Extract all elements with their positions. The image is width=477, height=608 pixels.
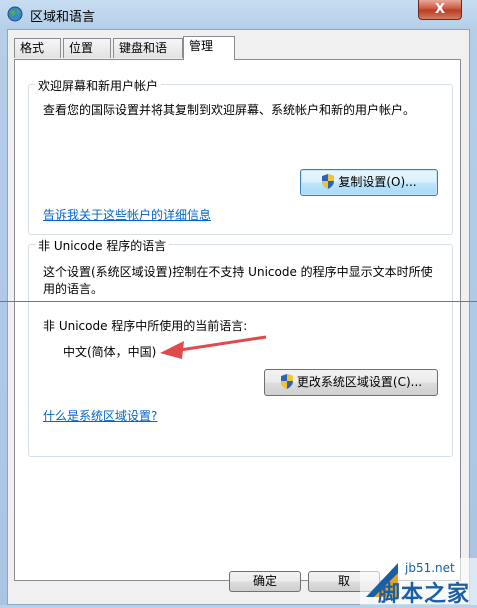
tab-location[interactable]: 位置 — [63, 38, 111, 58]
close-icon: X — [434, 2, 446, 17]
welcome-description: 查看您的国际设置并将其复制到欢迎屏幕、系统帐户和新的用户帐户。 — [43, 103, 416, 117]
title-bar[interactable]: 区域和语言 X — [0, 0, 477, 28]
tab-label: 格式 — [20, 41, 45, 55]
uac-shield-icon — [280, 374, 293, 389]
close-button[interactable]: X — [418, 0, 462, 20]
tab-administrative[interactable]: 管理 — [183, 36, 235, 60]
account-details-link[interactable]: 告诉我关于这些帐户的详细信息 — [43, 206, 211, 224]
current-language-value: 中文(简体，中国) — [63, 345, 157, 359]
window-title: 区域和语言 — [30, 10, 96, 25]
unicode-description-line2: 用的语言。 — [43, 282, 104, 296]
group-title: 欢迎屏幕和新用户帐户 — [35, 77, 162, 94]
tab-label: 位置 — [69, 41, 94, 55]
globe-icon — [7, 6, 23, 22]
annotation-arrow-icon — [160, 335, 267, 359]
cancel-label: 取 — [337, 574, 350, 588]
tab-format[interactable]: 格式 — [14, 38, 61, 58]
uac-shield-icon — [322, 174, 335, 189]
tab-keyboards-languages[interactable]: 键盘和语言 — [113, 38, 183, 74]
ok-label: 确定 — [252, 574, 277, 588]
group-title: 非 Unicode 程序的语言 — [35, 237, 170, 254]
tab-label: 管理 — [189, 39, 214, 53]
system-locale-help-link[interactable]: 什么是系统区域设置? — [43, 407, 157, 425]
administrative-panel: 欢迎屏幕和新用户帐户 查看您的国际设置并将其复制到欢迎屏幕、系统帐户和新的用户帐… — [14, 59, 461, 581]
watermark: jb51.net 脚本之家 — [360, 558, 477, 607]
change-locale-label: 更改系统区域设置(C)... — [296, 375, 423, 389]
dialog-client: 格式 位置 键盘和语言 管理 欢迎屏幕和新用户帐户 查看您的国际设置并将其复制到… — [7, 29, 470, 605]
unicode-description-line1: 这个设置(系统区域设置)控制在不支持 Unicode 的程序中显示文本时所使 — [43, 265, 433, 279]
welcome-screen-group: 欢迎屏幕和新用户帐户 查看您的国际设置并将其复制到欢迎屏幕、系统帐户和新的用户帐… — [28, 77, 453, 235]
copy-settings-button[interactable]: 复制设置(O)... — [300, 169, 438, 196]
watermark-domain: jb51.net — [405, 561, 455, 575]
copy-settings-label: 复制设置(O)... — [338, 175, 417, 189]
annotation-red-line — [0, 301, 477, 302]
change-system-locale-button[interactable]: 更改系统区域设置(C)... — [264, 369, 438, 396]
region-language-window: 区域和语言 X 格式 位置 键盘和语言 管理 欢迎屏幕和新用户帐户 查看您的国际… — [0, 0, 477, 607]
watermark-name: 脚本之家 — [378, 582, 471, 607]
ok-button[interactable]: 确定 — [229, 571, 301, 592]
